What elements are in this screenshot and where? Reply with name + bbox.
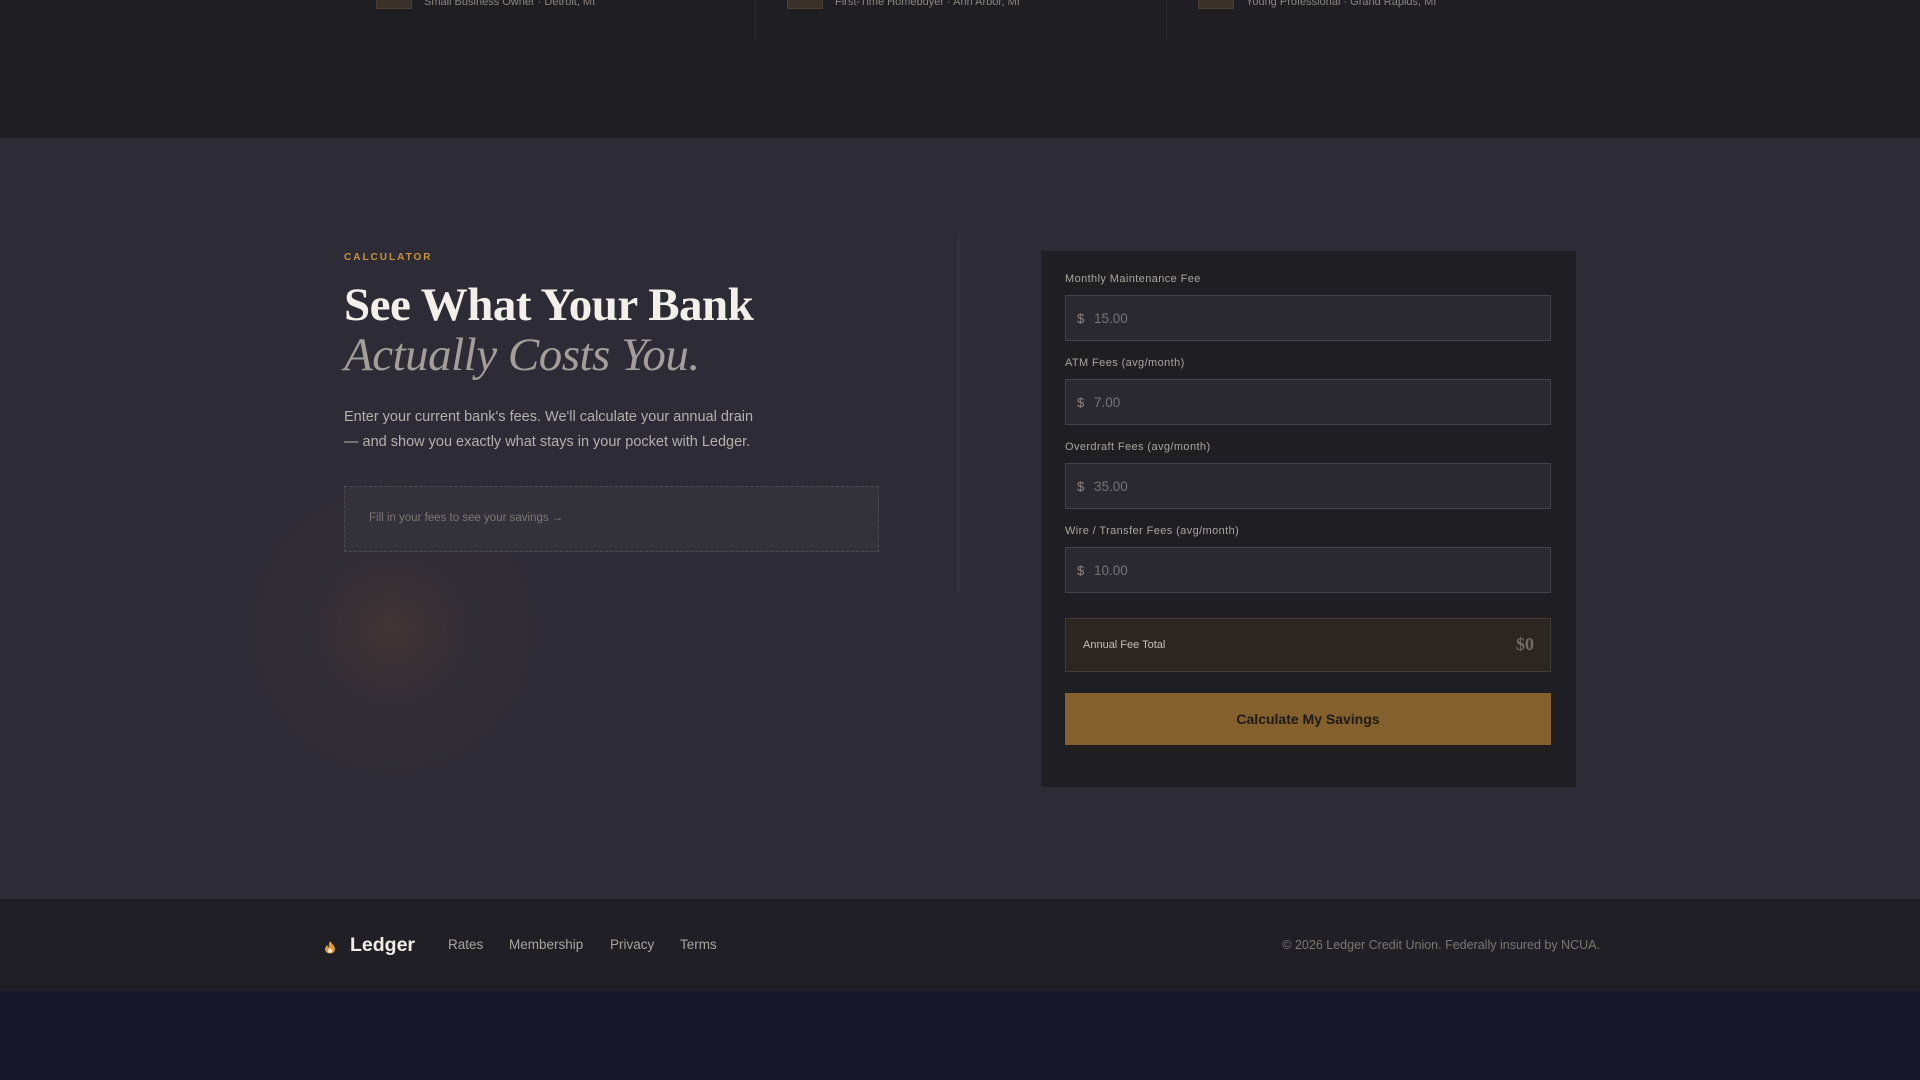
savings-result-box: Fill in your fees to see your savings → xyxy=(344,486,879,552)
divider xyxy=(1166,0,1167,40)
footer-link-rates[interactable]: Rates xyxy=(448,937,483,952)
testimonial-strip: Small Business Owner · Detroit, MI First… xyxy=(0,0,1920,138)
annual-fee-total: Annual Fee Total $0 xyxy=(1065,618,1551,672)
overdraft-fee-field: $ xyxy=(1065,463,1551,509)
savings-placeholder-text: Fill in your fees to see your savings → xyxy=(369,512,564,524)
dollar-icon: $ xyxy=(1077,563,1085,578)
section-description: Enter your current bank's fees. We'll ca… xyxy=(344,409,754,450)
footer-link-privacy[interactable]: Privacy xyxy=(610,937,654,952)
calculator-section: CALCULATOR See What Your Bank Actually C… xyxy=(0,138,1920,899)
testimonial-meta: Small Business Owner · Detroit, MI xyxy=(424,0,596,8)
wire-fee-label: Wire / Transfer Fees (avg/month) xyxy=(1065,525,1240,537)
overdraft-fee-input[interactable] xyxy=(1094,464,1534,508)
avatar xyxy=(376,0,412,9)
avatar xyxy=(787,0,823,9)
annual-fee-total-value: $0 xyxy=(1516,634,1534,654)
footer-logo[interactable]: Ledger xyxy=(350,934,415,957)
copyright-text: © 2026 Ledger Credit Union. Federally in… xyxy=(1282,938,1600,952)
maintenance-fee-label: Monthly Maintenance Fee xyxy=(1065,273,1201,285)
page-background xyxy=(0,991,1920,1080)
dollar-icon: $ xyxy=(1077,395,1085,410)
footer: Ledger Rates Membership Privacy Terms © … xyxy=(0,899,1920,991)
wire-fee-field: $ xyxy=(1065,547,1551,593)
atm-fee-input[interactable] xyxy=(1094,380,1534,424)
overdraft-fee-label: Overdraft Fees (avg/month) xyxy=(1065,441,1211,453)
maintenance-fee-field: $ xyxy=(1065,295,1551,341)
avatar xyxy=(1198,0,1234,9)
atm-fee-field: $ xyxy=(1065,379,1551,425)
divider xyxy=(958,234,959,592)
wire-fee-input[interactable] xyxy=(1094,548,1534,592)
testimonial-meta: First-Time Homebuyer · Ann Arbor, MI xyxy=(835,0,1020,8)
footer-link-membership[interactable]: Membership xyxy=(509,937,583,952)
testimonial-meta: Young Professional · Grand Rapids, MI xyxy=(1246,0,1437,8)
dollar-icon: $ xyxy=(1077,311,1085,326)
section-eyebrow: CALCULATOR xyxy=(344,252,433,263)
section-headline: See What Your Bank xyxy=(344,279,754,331)
divider xyxy=(755,0,756,40)
flame-icon xyxy=(325,941,335,954)
footer-link-terms[interactable]: Terms xyxy=(680,937,717,952)
maintenance-fee-input[interactable] xyxy=(1094,296,1534,340)
calculate-savings-button[interactable]: Calculate My Savings xyxy=(1065,693,1551,745)
atm-fee-label: ATM Fees (avg/month) xyxy=(1065,357,1185,369)
fee-calculator-form: Monthly Maintenance Fee $ ATM Fees (avg/… xyxy=(1041,251,1576,787)
annual-fee-total-label: Annual Fee Total xyxy=(1083,639,1166,651)
dollar-icon: $ xyxy=(1077,479,1085,494)
section-headline-italic: Actually Costs You. xyxy=(344,329,700,381)
